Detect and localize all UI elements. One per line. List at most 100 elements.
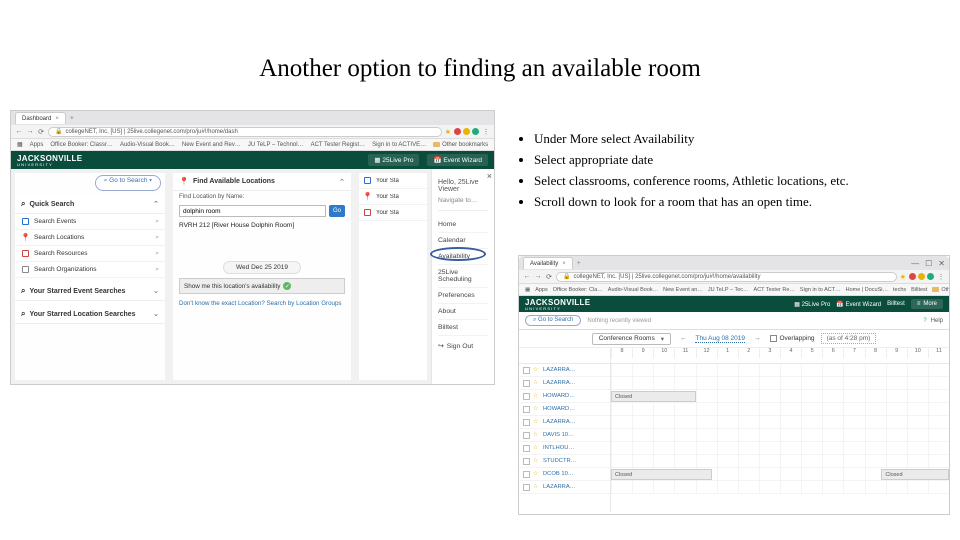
checkbox-icon[interactable] — [523, 380, 530, 387]
collapse-icon[interactable]: ⌃ — [153, 200, 159, 208]
bookmark-item[interactable]: techs — [893, 287, 906, 293]
bookmark-item[interactable]: Audio-Visual Book… — [608, 287, 658, 293]
maximize-icon[interactable]: ☐ — [925, 259, 932, 268]
date-pill[interactable]: Wed Dec 25 2019 — [223, 261, 301, 274]
grid-row[interactable]: Closed — [611, 390, 949, 403]
room-row[interactable]: ☆HOWARD… — [519, 403, 610, 416]
bookmark-item[interactable]: Billtest — [911, 287, 927, 293]
room-row[interactable]: ☆STUDCTR… — [519, 455, 610, 468]
more-menu[interactable]: ≡More — [911, 299, 943, 309]
ext-icon[interactable] — [918, 273, 925, 280]
starred-row[interactable]: 📍Your Sta — [359, 189, 427, 205]
address-bar[interactable]: 🔒 collegeNET, Inc. [US] | 25live.college… — [48, 127, 442, 137]
close-icon[interactable]: × — [55, 116, 59, 122]
checkbox-icon[interactable] — [523, 432, 530, 439]
room-row[interactable]: ☆LAZARRA… — [519, 416, 610, 429]
star-icon[interactable]: ☆ — [533, 393, 540, 400]
grid-row[interactable] — [611, 481, 949, 494]
menu-home[interactable]: Home — [438, 217, 488, 233]
star-icon[interactable]: ☆ — [533, 367, 540, 374]
room-row[interactable]: ☆HOWARD… — [519, 390, 610, 403]
back-icon[interactable]: ← — [15, 128, 23, 136]
bookmark-item[interactable]: ACT Tester Re… — [754, 287, 795, 293]
checkbox-icon[interactable] — [523, 445, 530, 452]
expand-icon[interactable]: ⌄ — [153, 310, 159, 318]
bookmark-item[interactable]: Apps — [30, 142, 44, 148]
bookmark-item[interactable]: Office Booker: Cla… — [553, 287, 603, 293]
product-link[interactable]: ▦ 25Live Pro — [794, 301, 830, 308]
forward-icon[interactable]: → — [26, 128, 34, 136]
back-icon[interactable]: ← — [523, 273, 531, 281]
starred-row[interactable]: Your Sta — [359, 173, 427, 189]
collapse-icon[interactable]: ⌃ — [339, 178, 345, 186]
next-day-icon[interactable]: → — [751, 335, 764, 342]
minimize-icon[interactable]: — — [911, 259, 919, 268]
room-row[interactable]: ☆LAZARRA… — [519, 481, 610, 494]
menu-availability[interactable]: Availability — [438, 249, 488, 265]
show-availability-button[interactable]: Show me this location's availability✓ — [179, 278, 345, 294]
search-events-row[interactable]: Search Events⌕ — [15, 214, 165, 230]
star-icon[interactable]: ☆ — [533, 432, 540, 439]
location-name-input[interactable] — [179, 205, 326, 217]
forward-icon[interactable]: → — [534, 273, 542, 281]
close-icon[interactable]: × — [487, 171, 492, 181]
grid-row[interactable] — [611, 455, 949, 468]
starred-row[interactable]: Your Sta — [359, 205, 427, 221]
star-icon[interactable]: ☆ — [533, 406, 540, 413]
ext-icon[interactable] — [454, 128, 461, 135]
search-resources-row[interactable]: Search Resources⌕ — [15, 246, 165, 262]
go-button[interactable]: Go — [329, 205, 345, 217]
bookmark-item[interactable]: Sign in to ACTIVE… — [372, 142, 426, 148]
event-wizard-link[interactable]: 📅 Event Wizard — [427, 154, 488, 166]
apps-icon[interactable]: ▦ — [17, 141, 23, 148]
bookmark-item[interactable]: Office Booker: Classr… — [50, 142, 113, 148]
grid-row[interactable] — [611, 403, 949, 416]
date-picker[interactable]: Thu Aug 08 2019 — [695, 335, 745, 343]
new-tab-icon[interactable]: + — [577, 260, 581, 267]
reload-icon[interactable]: ⟳ — [545, 273, 553, 281]
menu-scheduling[interactable]: 25Live Scheduling — [438, 265, 488, 288]
room-row[interactable]: ☆INTLHOU… — [519, 442, 610, 455]
close-icon[interactable]: × — [562, 261, 566, 267]
room-type-dropdown[interactable]: Conference Rooms▾ — [592, 333, 671, 345]
help-icon[interactable]: ? — [923, 318, 926, 324]
user-name[interactable]: Billtest — [887, 301, 905, 307]
checkbox-icon[interactable] — [523, 484, 530, 491]
grid-row[interactable] — [611, 364, 949, 377]
expand-icon[interactable]: ⌄ — [153, 287, 159, 295]
ext-icon[interactable] — [927, 273, 934, 280]
event-wizard-link[interactable]: 📅 Event Wizard — [836, 301, 881, 308]
prev-day-icon[interactable]: ← — [677, 335, 690, 342]
room-row[interactable]: ☆LAZARRA… — [519, 377, 610, 390]
search-organizations-row[interactable]: Search Organizations⌕ — [15, 262, 165, 278]
new-tab-icon[interactable]: + — [70, 115, 74, 122]
ext-icon[interactable] — [463, 128, 470, 135]
ext-icon[interactable] — [472, 128, 479, 135]
bookmark-item[interactable]: Sign in to ACT… — [800, 287, 841, 293]
bookmark-item[interactable]: Audio-Visual Book… — [120, 142, 175, 148]
grid-row[interactable] — [611, 377, 949, 390]
star-icon[interactable]: ★ — [900, 273, 906, 281]
checkbox-icon[interactable] — [523, 471, 530, 478]
checkbox-icon[interactable] — [523, 458, 530, 465]
browser-tab[interactable]: Dashboard × — [15, 112, 66, 124]
close-window-icon[interactable]: ✕ — [938, 259, 945, 268]
checkbox-icon[interactable] — [523, 367, 530, 374]
bookmark-item[interactable]: Home | DocuSi… — [846, 287, 888, 293]
star-icon[interactable]: ★ — [445, 128, 451, 136]
grid-row[interactable]: ClosedClosed — [611, 468, 949, 481]
grid-row[interactable] — [611, 442, 949, 455]
checkbox-icon[interactable] — [523, 406, 530, 413]
search-locations-row[interactable]: 📍Search Locations⌕ — [15, 230, 165, 246]
product-link[interactable]: ▦ 25Live Pro — [368, 154, 419, 166]
menu-icon[interactable]: ⋮ — [937, 273, 945, 281]
sign-out[interactable]: ↪Sign Out — [438, 336, 488, 352]
star-icon[interactable]: ☆ — [533, 458, 540, 465]
bookmark-item[interactable]: Apps — [535, 287, 548, 293]
bookmark-item[interactable]: JU TeLP – Technol… — [248, 142, 304, 148]
go-to-search-button[interactable]: ⌕ Go to Search ▾ — [95, 175, 161, 191]
menu-billtest[interactable]: Billtest — [438, 320, 488, 336]
reload-icon[interactable]: ⟳ — [37, 128, 45, 136]
browser-tab[interactable]: Availability× — [523, 257, 573, 269]
menu-preferences[interactable]: Preferences — [438, 288, 488, 304]
